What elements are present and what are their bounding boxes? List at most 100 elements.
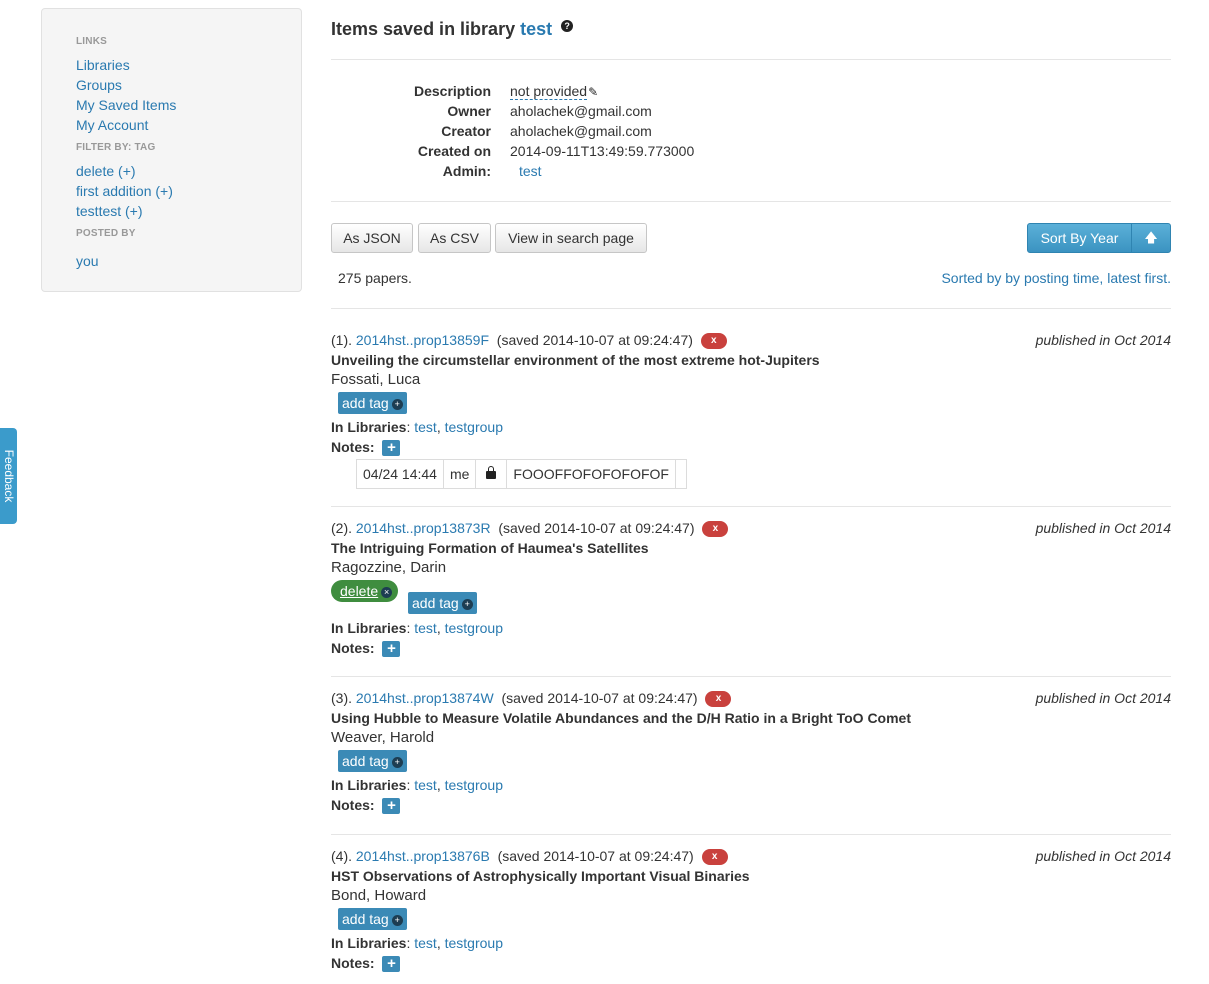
sort-direction-button[interactable]: 🡅 bbox=[1131, 223, 1171, 253]
bibcode-link[interactable]: 2014hst..prop13876B bbox=[356, 848, 490, 864]
add-tag-button[interactable]: add tag + bbox=[338, 908, 407, 930]
remove-button[interactable]: x bbox=[700, 333, 727, 350]
admin-link[interactable]: test bbox=[519, 162, 542, 180]
paper-count: 275 papers. bbox=[338, 270, 412, 286]
tag-filter-delete[interactable]: delete (+) bbox=[76, 161, 301, 181]
in-libraries-label: In Libraries bbox=[331, 935, 407, 951]
tag-filter-first-addition[interactable]: first addition (+) bbox=[76, 181, 301, 201]
entry-author: Ragozzine, Darin bbox=[331, 559, 447, 576]
view-in-search-button[interactable]: View in search page bbox=[495, 223, 647, 253]
remove-button[interactable]: x bbox=[701, 849, 728, 866]
filter-heading: FILTER BY: TAG bbox=[76, 142, 156, 153]
sort-description: Sorted by by posting time, latest first. bbox=[941, 270, 1171, 286]
tag-delete[interactable]: delete × bbox=[331, 580, 399, 602]
add-tag-button[interactable]: add tag + bbox=[408, 592, 477, 614]
note-privacy bbox=[476, 460, 508, 488]
sidebar-link-groups[interactable]: Groups bbox=[76, 75, 301, 95]
add-tag-label: add tag bbox=[412, 595, 459, 611]
owner-label: Owner bbox=[447, 103, 491, 119]
notes-label: Notes: bbox=[331, 439, 375, 455]
add-tag-button[interactable]: add tag + bbox=[338, 392, 407, 414]
remove-button[interactable]: x bbox=[702, 521, 729, 538]
sidebar-link-saved-items[interactable]: My Saved Items bbox=[76, 95, 301, 115]
description-value[interactable]: not provided bbox=[510, 83, 588, 100]
list-item: (3). 2014hst..prop13874W (saved 2014-10-… bbox=[331, 690, 1171, 815]
note-author: me bbox=[444, 460, 477, 488]
library-link-testgroup[interactable]: testgroup bbox=[445, 620, 503, 636]
entry-title: The Intriguing Formation of Haumea's Sat… bbox=[331, 540, 649, 556]
feedback-tab[interactable]: Feedback bbox=[0, 428, 17, 524]
add-tag-label: add tag bbox=[342, 911, 389, 927]
feedback-label: Feedback bbox=[1, 449, 16, 503]
creator-value: aholachek@gmail.com bbox=[510, 123, 652, 139]
divider bbox=[331, 834, 1171, 835]
entry-index: (4). bbox=[331, 848, 352, 864]
tag-filter-testtest[interactable]: testtest (+) bbox=[76, 201, 301, 221]
sort-by-year-button[interactable]: Sort By Year bbox=[1027, 223, 1132, 253]
tag-label: delete bbox=[340, 583, 379, 599]
divider bbox=[331, 506, 1171, 507]
notes-label: Notes: bbox=[331, 797, 375, 813]
pencil-icon[interactable]: ✎ bbox=[588, 83, 598, 101]
entry-index: (1). bbox=[331, 332, 352, 348]
links-heading: LINKS bbox=[76, 36, 107, 47]
entry-title: Unveiling the circumstellar environment … bbox=[331, 352, 820, 368]
notes-label: Notes: bbox=[331, 640, 375, 656]
remove-tag-icon[interactable]: × bbox=[381, 587, 393, 598]
add-note-button[interactable]: + bbox=[382, 641, 401, 658]
arrow-up-icon: 🡅 bbox=[1144, 230, 1158, 245]
library-link-testgroup[interactable]: testgroup bbox=[445, 419, 503, 435]
add-tag-label: add tag bbox=[342, 753, 389, 769]
posted-by-you[interactable]: you bbox=[76, 251, 301, 271]
bibcode-link[interactable]: 2014hst..prop13874W bbox=[356, 690, 494, 706]
library-link-test[interactable]: test bbox=[414, 419, 437, 435]
lock-icon bbox=[486, 466, 497, 479]
remove-button[interactable]: x bbox=[705, 691, 732, 708]
divider bbox=[331, 308, 1171, 309]
export-json-button[interactable]: As JSON bbox=[331, 223, 413, 253]
add-tag-button[interactable]: add tag + bbox=[338, 750, 407, 772]
entry-author: Bond, Howard bbox=[331, 887, 427, 904]
export-csv-button[interactable]: As CSV bbox=[418, 223, 491, 253]
sidebar-link-account[interactable]: My Account bbox=[76, 115, 301, 135]
posted-by-heading: POSTED BY bbox=[76, 228, 136, 239]
in-libraries-label: In Libraries bbox=[331, 620, 407, 636]
add-note-button[interactable]: + bbox=[382, 798, 401, 815]
divider bbox=[331, 201, 1171, 202]
sidebar: LINKS Libraries Groups My Saved Items My… bbox=[41, 8, 302, 292]
library-name-link[interactable]: test bbox=[520, 19, 552, 39]
note-actions[interactable] bbox=[676, 460, 686, 488]
library-link-test[interactable]: test bbox=[414, 777, 437, 793]
published-date: published in Oct 2014 bbox=[1035, 332, 1171, 348]
title-prefix: Items saved in library bbox=[331, 19, 516, 39]
published-date: published in Oct 2014 bbox=[1035, 520, 1171, 536]
description-label: Description bbox=[413, 83, 491, 99]
add-note-button[interactable]: + bbox=[382, 956, 401, 973]
sidebar-link-libraries[interactable]: Libraries bbox=[76, 55, 301, 75]
library-link-test[interactable]: test bbox=[414, 935, 437, 951]
saved-date: (saved 2014-10-07 at 09:24:47) bbox=[501, 690, 698, 706]
colon: : bbox=[406, 777, 411, 793]
entry-index: (2). bbox=[331, 520, 352, 536]
entry-author: Weaver, Harold bbox=[331, 729, 435, 746]
add-note-button[interactable]: + bbox=[382, 440, 401, 457]
colon: : bbox=[406, 419, 411, 435]
list-item: (2). 2014hst..prop13873R (saved 2014-10-… bbox=[331, 520, 1171, 658]
library-link-test[interactable]: test bbox=[414, 620, 437, 636]
page-title: Items saved in library test ? bbox=[331, 18, 574, 40]
colon: : bbox=[406, 935, 411, 951]
entry-title: HST Observations of Astrophysically Impo… bbox=[331, 868, 750, 884]
created-value: 2014-09-11T13:49:59.773000 bbox=[510, 143, 695, 159]
saved-date: (saved 2014-10-07 at 09:24:47) bbox=[497, 848, 694, 864]
help-icon[interactable]: ? bbox=[561, 20, 574, 32]
in-libraries-label: In Libraries bbox=[331, 777, 407, 793]
library-link-testgroup[interactable]: testgroup bbox=[445, 935, 503, 951]
bibcode-link[interactable]: 2014hst..prop13859F bbox=[356, 332, 489, 348]
entry-index: (3). bbox=[331, 690, 352, 706]
divider bbox=[331, 59, 1171, 60]
library-link-testgroup[interactable]: testgroup bbox=[445, 777, 503, 793]
bibcode-link[interactable]: 2014hst..prop13873R bbox=[356, 520, 491, 536]
creator-label: Creator bbox=[441, 123, 491, 139]
divider bbox=[331, 676, 1171, 677]
in-libraries-label: In Libraries bbox=[331, 419, 407, 435]
